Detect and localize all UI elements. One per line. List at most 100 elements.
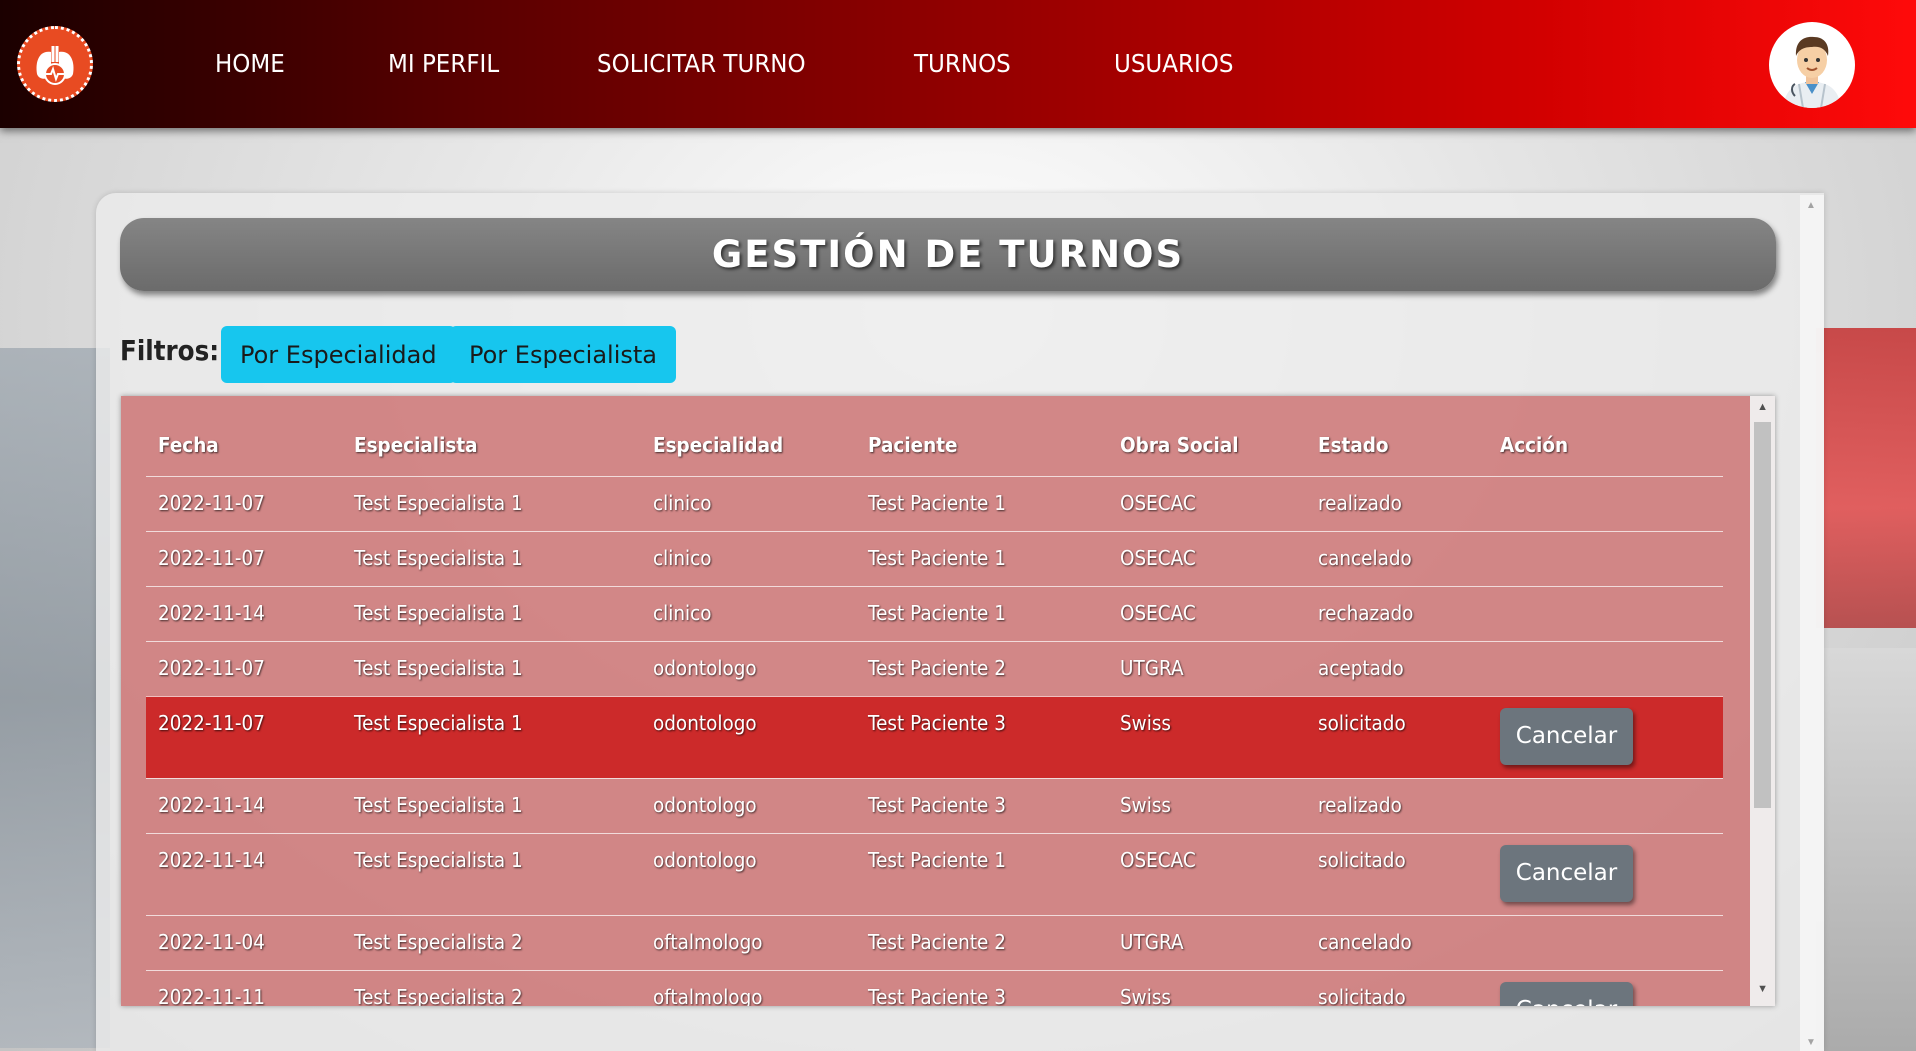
cell-obra-social: OSECAC [1108,531,1306,587]
nav-mi-perfil[interactable]: MI PERFIL [388,49,499,78]
cell-obra-social: Swiss [1108,778,1306,834]
table-row[interactable]: 2022-11-14 Test Especialista 1 odontologo T… [146,778,1723,834]
header-obra-social[interactable]: Obra Social [1108,396,1306,477]
cell-obra-social: OSECAC [1108,833,1306,916]
cell-obra-social: UTGRA [1108,915,1306,971]
cell-obra-social: Swiss [1108,696,1306,779]
table-row[interactable]: 2022-11-07 Test Especialista 1 clinico Test… [146,476,1723,532]
table-header-row: Fecha Especialista Especialidad Paciente… [146,396,1723,477]
cancel-turno-button[interactable]: Cancelar [1500,981,1633,1006]
cell-especialidad: odontologo [641,778,856,834]
table-row[interactable]: 2022-11-07 Test Especialista 1 odontologo T… [146,696,1723,779]
table-scrollbar[interactable] [1750,396,1775,1006]
nav-turnos[interactable]: TURNOS [914,49,1011,78]
page-scrollbar[interactable] [1800,195,1824,1051]
cell-accion [1488,476,1723,532]
filter-especialidad-button[interactable]: Por Especialidad [221,326,456,383]
turnos-table: Fecha Especialista Especialidad Paciente… [146,396,1723,1006]
cell-paciente: Test Paciente 1 [856,833,1108,916]
cancel-turno-button[interactable]: Cancelar [1500,844,1633,902]
cell-especialidad: oftalmologo [641,970,856,1006]
page-title: GESTIÓN DE TURNOS [711,233,1185,276]
cell-obra-social: OSECAC [1108,476,1306,532]
cell-fecha: 2022-11-11 [146,970,342,1006]
page-scroll-up-icon[interactable]: ▲ [1806,200,1816,211]
cell-especialista: Test Especialista 2 [342,970,641,1006]
filter-especialista-button[interactable]: Por Especialista [450,326,676,383]
cell-especialista: Test Especialista 1 [342,641,641,697]
table-row[interactable]: 2022-11-04 Test Especialista 2 oftalmologo… [146,915,1723,971]
cell-paciente: Test Paciente 3 [856,778,1108,834]
cell-especialista: Test Especialista 1 [342,531,641,587]
cell-fecha: 2022-11-07 [146,476,342,532]
cell-paciente: Test Paciente 2 [856,915,1108,971]
table-row[interactable]: 2022-11-11 Test Especialista 2 oftalmologo… [146,970,1723,1006]
page-title-bar: GESTIÓN DE TURNOS [120,218,1776,291]
cell-fecha: 2022-11-14 [146,778,342,834]
header-accion[interactable]: Acción [1488,396,1723,477]
cell-paciente: Test Paciente 3 [856,696,1108,779]
nav-usuarios[interactable]: USUARIOS [1114,49,1233,78]
table-row[interactable]: 2022-11-14 Test Especialista 1 odontologo T… [146,833,1723,916]
main-nav: HOME MI PERFIL SOLICITAR TURNO TURNOS US… [0,0,1400,128]
header-especialista[interactable]: Especialista [342,396,641,477]
cell-estado: cancelado [1306,531,1488,587]
cell-especialidad: odontologo [641,696,856,779]
filters-label: Filtros: [120,334,220,367]
cell-estado: rechazado [1306,586,1488,642]
cell-fecha: 2022-11-14 [146,586,342,642]
cell-accion [1488,915,1723,971]
cell-especialista: Test Especialista 1 [342,476,641,532]
cell-fecha: 2022-11-07 [146,531,342,587]
nav-home[interactable]: HOME [215,49,285,78]
cell-especialista: Test Especialista 1 [342,833,641,916]
cell-estado: solicitado [1306,970,1488,1006]
page-scroll-down-icon[interactable]: ▼ [1806,1037,1816,1048]
cell-estado: realizado [1306,476,1488,532]
cell-obra-social: OSECAC [1108,586,1306,642]
cell-paciente: Test Paciente 1 [856,531,1108,587]
cell-especialista: Test Especialista 1 [342,586,641,642]
cell-especialidad: clinico [641,586,856,642]
cell-fecha: 2022-11-07 [146,696,342,779]
cell-fecha: 2022-11-07 [146,641,342,697]
cell-paciente: Test Paciente 1 [856,586,1108,642]
cell-paciente: Test Paciente 3 [856,970,1108,1006]
cell-especialidad: clinico [641,531,856,587]
cell-especialista: Test Especialista 1 [342,778,641,834]
cell-especialista: Test Especialista 2 [342,915,641,971]
cell-especialidad: clinico [641,476,856,532]
doctor-avatar-icon[interactable] [1769,22,1855,108]
cell-accion [1488,531,1723,587]
cell-especialista: Test Especialista 1 [342,696,641,779]
header-estado[interactable]: Estado [1306,396,1488,477]
cancel-turno-button[interactable]: Cancelar [1500,707,1633,765]
turnos-table-container: Fecha Especialista Especialidad Paciente… [121,396,1775,1006]
table-scroll-up-icon[interactable]: ▲ [1757,401,1768,413]
cell-accion: Cancelar [1488,696,1723,779]
header-fecha[interactable]: Fecha [146,396,342,477]
cell-obra-social: UTGRA [1108,641,1306,697]
cell-paciente: Test Paciente 1 [856,476,1108,532]
table-row[interactable]: 2022-11-07 Test Especialista 1 clinico Test… [146,531,1723,587]
cell-fecha: 2022-11-14 [146,833,342,916]
table-scroll-down-icon[interactable]: ▼ [1757,983,1768,995]
header-paciente[interactable]: Paciente [856,396,1108,477]
header-especialidad[interactable]: Especialidad [641,396,856,477]
cell-accion: Cancelar [1488,833,1723,916]
cell-estado: realizado [1306,778,1488,834]
table-scrollbar-thumb[interactable] [1754,422,1771,808]
navbar: HOME MI PERFIL SOLICITAR TURNO TURNOS US… [0,0,1916,128]
cell-estado: cancelado [1306,915,1488,971]
cell-fecha: 2022-11-04 [146,915,342,971]
cell-especialidad: oftalmologo [641,915,856,971]
cell-accion [1488,586,1723,642]
cell-accion: Cancelar [1488,970,1723,1006]
cell-accion [1488,641,1723,697]
table-row[interactable]: 2022-11-07 Test Especialista 1 odontologo T… [146,641,1723,697]
cell-paciente: Test Paciente 2 [856,641,1108,697]
table-row[interactable]: 2022-11-14 Test Especialista 1 clinico Test… [146,586,1723,642]
nav-solicitar-turno[interactable]: SOLICITAR TURNO [597,49,806,78]
cell-accion [1488,778,1723,834]
cell-estado: aceptado [1306,641,1488,697]
